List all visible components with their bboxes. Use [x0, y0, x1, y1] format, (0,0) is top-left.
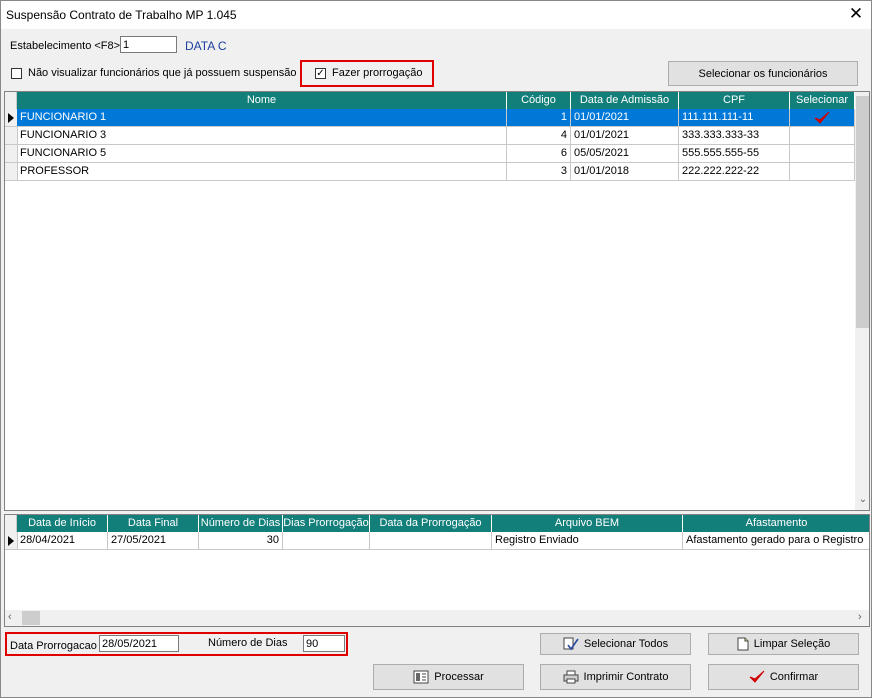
current-row-icon [8, 113, 14, 123]
prorrogacao-checkbox[interactable]: ✓ [315, 68, 326, 79]
clear-selection-label: Limpar Seleção [753, 638, 831, 650]
cell-admissao[interactable]: 05/05/2021 [571, 145, 679, 163]
blank-page-icon [737, 637, 749, 651]
cell-admissao[interactable]: 01/01/2018 [571, 163, 679, 181]
cell-admissao[interactable]: 01/01/2021 [571, 127, 679, 145]
estab-name: DATA C [185, 39, 227, 53]
cell-nome[interactable]: FUNCIONARIO 5 [17, 145, 507, 163]
cell-nome[interactable]: FUNCIONARIO 3 [17, 127, 507, 145]
hide-suspended-label: Não visualizar funcionários que já possu… [28, 67, 297, 79]
select-all-icon [563, 637, 579, 651]
suspensions-grid: Data de Início Data Final Número de Dias… [4, 514, 870, 627]
cell-codigo[interactable]: 1 [507, 109, 571, 127]
window-title: Suspensão Contrato de Trabalho MP 1.045 [6, 8, 237, 22]
scroll-left-icon[interactable]: ‹ [8, 611, 12, 623]
col-header-selecionar[interactable]: Selecionar [790, 92, 855, 109]
scrollbar-thumb[interactable] [22, 611, 40, 625]
col-header-nome[interactable]: Nome [17, 92, 507, 109]
numero-dias-input[interactable]: 90 [303, 635, 345, 652]
estab-input[interactable]: 1 [120, 36, 177, 53]
data-prorrogacao-label: Data Prorrogacao [10, 640, 97, 652]
confirm-label: Confirmar [769, 671, 819, 683]
col-header-dias-prorrogacao[interactable]: Dias Prorrogação [283, 515, 370, 532]
estab-label: Estabelecimento <F8> [10, 40, 121, 52]
confirm-button[interactable]: Confirmar [708, 664, 859, 690]
suspensions-horizontal-scrollbar[interactable]: ‹ › [5, 610, 869, 626]
select-all-button[interactable]: Selecionar Todos [540, 633, 691, 655]
col-header-cpf[interactable]: CPF [679, 92, 790, 109]
cell-final[interactable]: 27/05/2021 [108, 532, 199, 550]
current-row-icon [8, 536, 14, 546]
col-header-admissao[interactable]: Data de Admissão [571, 92, 679, 109]
check-mark-icon [814, 111, 830, 124]
select-all-label: Selecionar Todos [583, 638, 669, 650]
cell-dias-prorrogacao[interactable] [283, 532, 370, 550]
col-header-afastamento[interactable]: Afastamento [683, 515, 869, 532]
print-contract-label: Imprimir Contrato [583, 671, 669, 683]
cell-selecionar[interactable] [790, 109, 855, 127]
employees-vertical-scrollbar[interactable]: ⌄ [855, 92, 869, 510]
col-header-data-prorrogacao[interactable]: Data da Prorrogação [370, 515, 492, 532]
cell-selecionar[interactable] [790, 163, 855, 181]
cell-codigo[interactable]: 4 [507, 127, 571, 145]
hide-suspended-checkbox[interactable] [11, 68, 22, 79]
prorrogacao-label: Fazer prorrogação [332, 67, 423, 79]
checkmark-icon: ✓ [316, 68, 325, 79]
col-header-codigo[interactable]: Código [507, 92, 571, 109]
scrollbar-thumb[interactable] [856, 96, 869, 328]
cell-inicio[interactable]: 28/04/2021 [17, 532, 108, 550]
close-icon[interactable]: ✕ [847, 5, 865, 23]
numero-dias-label: Número de Dias [208, 637, 288, 649]
scroll-right-icon[interactable]: › [858, 611, 862, 623]
col-header-arquivo-bem[interactable]: Arquivo BEM [492, 515, 683, 532]
employees-grid: Nome Código Data de Admissão CPF Selecio… [4, 91, 870, 511]
cell-cpf[interactable]: 555.555.555-55 [679, 145, 790, 163]
cell-cpf[interactable]: 333.333.333-33 [679, 127, 790, 145]
cell-cpf[interactable]: 111.111.111-11 [679, 109, 790, 127]
cell-codigo[interactable]: 3 [507, 163, 571, 181]
main-window: Suspensão Contrato de Trabalho MP 1.045 … [0, 0, 872, 698]
cell-data-prorrogacao[interactable] [370, 532, 492, 550]
select-employees-button[interactable]: Selecionar os funcionários [668, 61, 858, 86]
cell-selecionar[interactable] [790, 145, 855, 163]
cell-nome[interactable]: PROFESSOR [17, 163, 507, 181]
cell-numero-dias[interactable]: 30 [199, 532, 283, 550]
check-mark-icon [749, 670, 765, 683]
cell-admissao[interactable]: 01/01/2021 [571, 109, 679, 127]
cell-codigo[interactable]: 6 [507, 145, 571, 163]
col-header-numero-dias[interactable]: Número de Dias [199, 515, 283, 532]
process-button[interactable]: Processar [373, 664, 524, 690]
cell-arquivo-bem[interactable]: Registro Enviado [492, 532, 683, 550]
scroll-down-icon[interactable]: ⌄ [855, 494, 869, 505]
title-bar: Suspensão Contrato de Trabalho MP 1.045 … [1, 1, 871, 29]
clear-selection-button[interactable]: Limpar Seleção [708, 633, 859, 655]
col-header-inicio[interactable]: Data de Início [17, 515, 108, 532]
print-contract-button[interactable]: Imprimir Contrato [540, 664, 691, 690]
cell-afastamento[interactable]: Afastamento gerado para o Registro [683, 532, 869, 550]
grid-corner [5, 515, 17, 532]
process-icon [413, 670, 429, 684]
process-label: Processar [434, 671, 484, 683]
data-prorrogacao-input[interactable]: 28/05/2021 [99, 635, 179, 652]
cell-cpf[interactable]: 222.222.222-22 [679, 163, 790, 181]
select-employees-label: Selecionar os funcionários [698, 67, 828, 80]
cell-selecionar[interactable] [790, 127, 855, 145]
grid-corner [5, 92, 17, 109]
cell-nome[interactable]: FUNCIONARIO 1 [17, 109, 507, 127]
col-header-final[interactable]: Data Final [108, 515, 199, 532]
printer-icon [563, 670, 579, 684]
